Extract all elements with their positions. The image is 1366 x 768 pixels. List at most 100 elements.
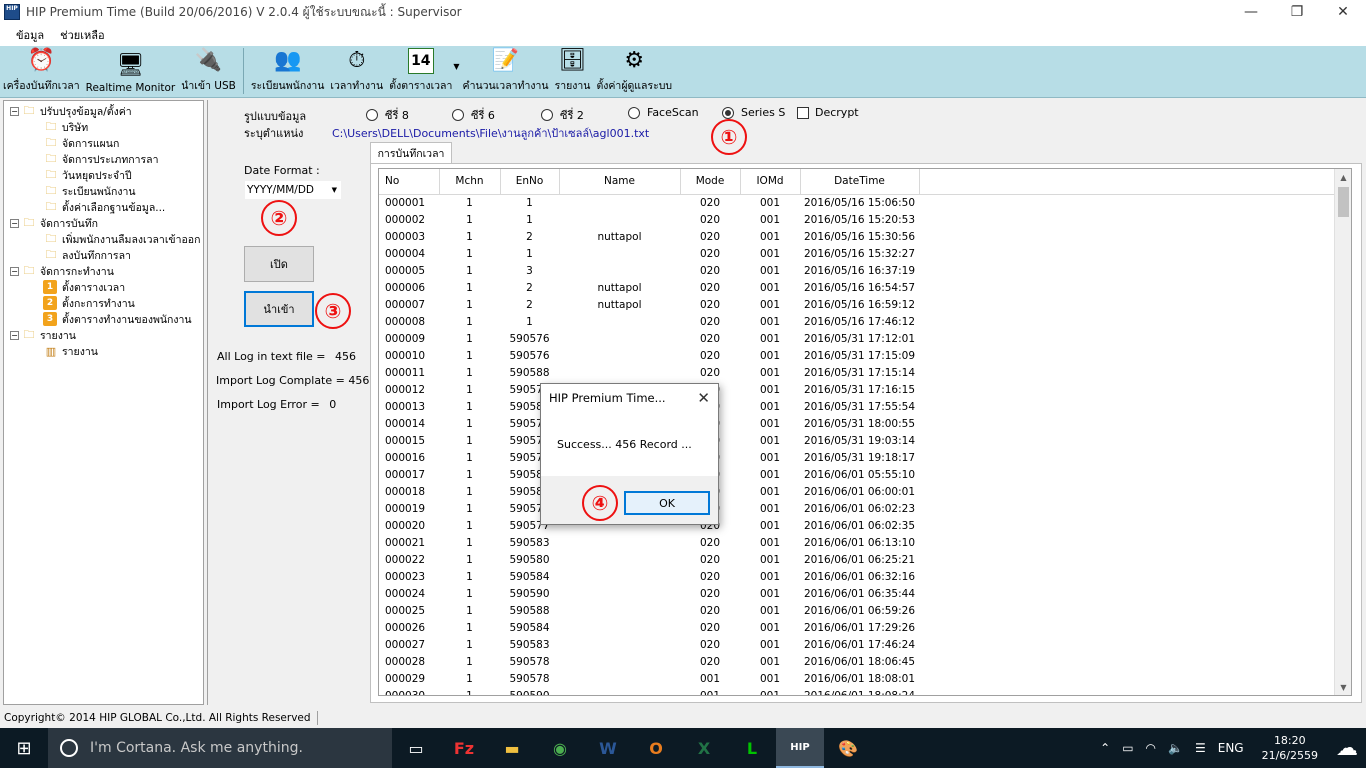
collapse-toggle-icon[interactable]: − bbox=[10, 106, 19, 116]
radio-series-6[interactable]: ซีรี่ 6 bbox=[452, 106, 495, 124]
tree-item[interactable]: ▥ รายงาน bbox=[4, 343, 203, 359]
tree-item[interactable]: 🗀 จัดการประเภทการลา bbox=[4, 151, 203, 167]
line-icon[interactable]: L bbox=[728, 728, 776, 768]
tree-item[interactable]: 🗀 ระเบียนพนักงาน bbox=[4, 183, 203, 199]
menu-data[interactable]: ข้อมูล bbox=[8, 26, 52, 44]
paint-icon[interactable]: 🎨 bbox=[824, 728, 872, 768]
chrome-icon[interactable]: ◉ bbox=[536, 728, 584, 768]
vertical-scrollbar[interactable]: ▲ ▼ bbox=[1334, 169, 1351, 695]
column-header-name[interactable]: Name bbox=[559, 169, 681, 195]
table-row[interactable]: 000006 1 2 nuttapol 020 001 2016/05/16 16:54:5… bbox=[379, 279, 1339, 296]
radio-button[interactable] bbox=[541, 109, 553, 121]
tree-item[interactable]: 🗀 วันหยุดประจำปี bbox=[4, 167, 203, 183]
table-row[interactable]: 000028 1 590578 020 001 2016/06/01 18:06:45 bbox=[379, 653, 1339, 670]
radio-series-2[interactable]: ซีรี่ 2 bbox=[541, 106, 584, 124]
column-header-enno[interactable]: EnNo bbox=[500, 169, 560, 195]
calculate-time-button[interactable]: 📝 คำนวนเวลาทำงาน bbox=[460, 46, 552, 94]
weather-cloud-icon[interactable]: ☁ bbox=[1330, 736, 1366, 761]
table-row[interactable]: 00001615905760200012016/05/31 19:18:17 bbox=[379, 449, 1339, 466]
employee-records-button[interactable]: 👥 ระเบียนพนักงาน bbox=[248, 46, 328, 94]
hip-premium-time-icon[interactable]: HIP bbox=[776, 728, 824, 768]
table-row[interactable]: 000005 1 3 020 001 2016/05/16 16:37:19 bbox=[379, 262, 1339, 279]
table-row[interactable]: 000029 1 590578 001 001 2016/06/01 18:08:01 bbox=[379, 670, 1339, 687]
open-button[interactable]: เปิด bbox=[244, 246, 314, 282]
table-row[interactable]: 000022 1 590580 020 001 2016/06/01 06:25:21 bbox=[379, 551, 1339, 568]
taskbar-clock[interactable]: 18:20 21/6/2559 bbox=[1250, 733, 1330, 763]
column-header-datetime[interactable]: DateTime bbox=[800, 169, 920, 195]
scroll-down-icon[interactable]: ▼ bbox=[1335, 679, 1351, 695]
tree-item[interactable]: 2 ตั้งกะการทำงาน bbox=[4, 295, 203, 311]
restore-button[interactable]: ❐ bbox=[1274, 0, 1320, 24]
file-explorer-icon[interactable]: ▬ bbox=[488, 728, 536, 768]
volume-icon[interactable]: 🔈 bbox=[1162, 741, 1189, 755]
radio-series-8[interactable]: ซีรี่ 8 bbox=[366, 106, 409, 124]
realtime-monitor-button[interactable]: 🖥 Realtime Monitor bbox=[83, 46, 179, 95]
table-row[interactable]: 000008 1 1 020 001 2016/05/16 17:46:12 bbox=[379, 313, 1339, 330]
windows-start-icon[interactable]: ⊞ bbox=[0, 728, 48, 768]
table-row[interactable]: 000020 1 590577 020 001 2016/06/01 06:02:35 bbox=[379, 517, 1339, 534]
table-row[interactable]: 000026 1 590584 020 001 2016/06/01 17:29:26 bbox=[379, 619, 1339, 636]
task-view-icon[interactable]: ▭ bbox=[392, 728, 440, 768]
table-row[interactable]: 000025 1 590588 020 001 2016/06/01 06:59:26 bbox=[379, 602, 1339, 619]
admin-settings-button[interactable]: ⚙ ตั้งค่าผู้ดูแลระบบ bbox=[593, 46, 675, 94]
date-format-select[interactable]: YYYY/MM/DD ▼ bbox=[244, 180, 342, 200]
tree-item[interactable]: 🗀 บริษัท bbox=[4, 119, 203, 135]
import-button[interactable]: นำเข้า bbox=[244, 291, 314, 327]
radio-button[interactable] bbox=[452, 109, 464, 121]
close-button[interactable]: ✕ bbox=[1320, 0, 1366, 24]
tab-time-records[interactable]: การบันทึกเวลา bbox=[370, 142, 452, 164]
table-row[interactable]: 000021 1 590583 020 001 2016/06/01 06:13:10 bbox=[379, 534, 1339, 551]
checkbox[interactable] bbox=[797, 106, 809, 119]
table-row[interactable]: 000002 1 1 020 001 2016/05/16 15:20:53 bbox=[379, 211, 1339, 228]
app-icon[interactable]: HIP bbox=[4, 4, 20, 20]
time-recorder-button[interactable]: ⏰ เครื่องบันทึกเวลา bbox=[0, 46, 83, 94]
tree-item[interactable]: 🗀 เพิ่มพนักงานลืมลงเวลาเข้าออก bbox=[4, 231, 203, 247]
radio-button[interactable] bbox=[366, 109, 378, 121]
table-row[interactable]: 000024 1 590590 020 001 2016/06/01 06:35:44 bbox=[379, 585, 1339, 602]
tree-item[interactable]: − 🗀 รายงาน bbox=[4, 327, 203, 343]
wifi-icon[interactable]: ◠ bbox=[1140, 741, 1162, 755]
scrollbar-thumb[interactable] bbox=[1338, 187, 1349, 217]
table-row[interactable]: 000023 1 590584 020 001 2016/06/01 06:32:16 bbox=[379, 568, 1339, 585]
table-row[interactable]: 000007 1 2 nuttapol 020 001 2016/05/16 16:59:1… bbox=[379, 296, 1339, 313]
import-usb-button[interactable]: 🔌 นำเข้า USB bbox=[178, 46, 239, 94]
collapse-toggle-icon[interactable]: − bbox=[10, 266, 19, 276]
work-time-button[interactable]: ⏱ เวลาทำงาน bbox=[327, 46, 386, 94]
table-row[interactable]: 000030 1 590590 001 001 2016/06/01 18:08:24 bbox=[379, 687, 1339, 696]
table-row[interactable]: 00001815905860200012016/06/01 06:00:01 bbox=[379, 483, 1339, 500]
table-row[interactable]: 00001415905760200012016/05/31 18:00:55 bbox=[379, 415, 1339, 432]
column-header-iomd[interactable]: IOMd bbox=[740, 169, 801, 195]
action-center-icon[interactable]: ☰ bbox=[1189, 741, 1212, 755]
table-row[interactable]: 00001515905760200012016/05/31 19:03:14 bbox=[379, 432, 1339, 449]
radio-facescan[interactable]: FaceScan bbox=[628, 106, 699, 119]
scroll-up-icon[interactable]: ▲ bbox=[1335, 169, 1351, 185]
tray-chevron-icon[interactable]: ⌃ bbox=[1094, 741, 1116, 755]
tree-item[interactable]: 1 ตั้งตารางเวลา bbox=[4, 279, 203, 295]
excel-icon[interactable]: X bbox=[680, 728, 728, 768]
column-header-mode[interactable]: Mode bbox=[680, 169, 741, 195]
tree-item[interactable]: 🗀 จัดการแผนก bbox=[4, 135, 203, 151]
schedule-button[interactable]: 14 ตั้งตารางเวลา bbox=[386, 46, 455, 94]
column-header-no[interactable]: No bbox=[379, 169, 440, 195]
column-header-mchn[interactable]: Mchn bbox=[439, 169, 501, 195]
collapse-toggle-icon[interactable]: − bbox=[10, 330, 19, 340]
report-button[interactable]: 🗄 รายงาน bbox=[552, 46, 594, 94]
radio-button-selected[interactable] bbox=[722, 106, 734, 119]
table-row[interactable]: 000003 1 2 nuttapol 020 001 2016/05/16 15:30:5… bbox=[379, 228, 1339, 245]
cortana-search-box[interactable]: I'm Cortana. Ask me anything. bbox=[48, 728, 392, 768]
minimize-button[interactable]: — bbox=[1228, 0, 1274, 24]
radio-button[interactable] bbox=[628, 106, 640, 119]
table-row[interactable]: 000027 1 590583 020 001 2016/06/01 17:46:24 bbox=[379, 636, 1339, 653]
table-row[interactable]: 00001915905780200012016/06/01 06:02:23 bbox=[379, 500, 1339, 517]
close-icon[interactable]: ✕ bbox=[697, 389, 710, 407]
table-row[interactable]: 000010 1 590576 020 001 2016/05/31 17:15:09 bbox=[379, 347, 1339, 364]
decrypt-checkbox[interactable]: Decrypt bbox=[797, 106, 859, 119]
table-row[interactable]: 00001315905830200012016/05/31 17:55:54 bbox=[379, 398, 1339, 415]
tree-item[interactable]: − 🗀 ปรับปรุงข้อมูล/ตั้งค่า bbox=[4, 103, 203, 119]
table-row[interactable]: 00001715905850200012016/06/01 05:55:10 bbox=[379, 466, 1339, 483]
battery-icon[interactable]: ▭ bbox=[1116, 741, 1139, 755]
collapse-toggle-icon[interactable]: − bbox=[10, 218, 19, 228]
tree-item[interactable]: − 🗀 จัดการบันทึก bbox=[4, 215, 203, 231]
table-row[interactable]: 000001 1 1 020 001 2016/05/16 15:06:50 bbox=[379, 194, 1339, 211]
menu-help[interactable]: ช่วยเหลือ bbox=[52, 26, 112, 44]
